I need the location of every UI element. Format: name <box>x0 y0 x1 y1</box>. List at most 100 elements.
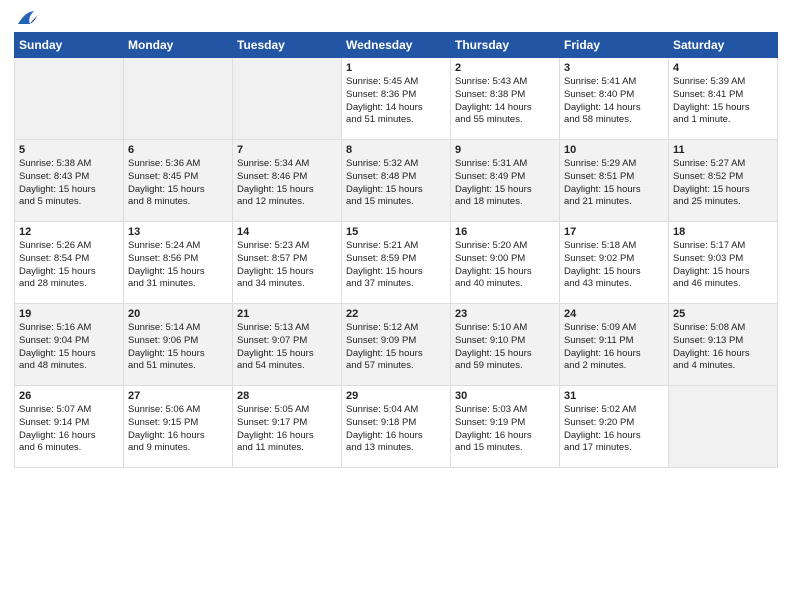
day-info-line: Daylight: 16 hours <box>455 430 555 443</box>
day-number: 11 <box>673 144 773 156</box>
day-number: 27 <box>128 390 228 402</box>
day-number: 19 <box>19 308 119 320</box>
day-number: 4 <box>673 62 773 74</box>
calendar-cell: 18Sunrise: 5:17 AMSunset: 9:03 PMDayligh… <box>669 222 778 304</box>
day-info-line: Sunrise: 5:26 AM <box>19 240 119 253</box>
calendar-cell: 19Sunrise: 5:16 AMSunset: 9:04 PMDayligh… <box>15 304 124 386</box>
calendar-cell: 26Sunrise: 5:07 AMSunset: 9:14 PMDayligh… <box>15 386 124 468</box>
day-info-line: Sunset: 8:49 PM <box>455 171 555 184</box>
calendar-cell <box>124 58 233 140</box>
calendar-cell: 5Sunrise: 5:38 AMSunset: 8:43 PMDaylight… <box>15 140 124 222</box>
day-info-line: Daylight: 15 hours <box>564 184 664 197</box>
day-info-line: Sunrise: 5:36 AM <box>128 158 228 171</box>
day-info-line: and 55 minutes. <box>455 114 555 127</box>
day-info-line: and 37 minutes. <box>346 278 446 291</box>
day-number: 8 <box>346 144 446 156</box>
logo <box>14 10 38 24</box>
day-info-line: Sunset: 8:40 PM <box>564 89 664 102</box>
day-info-line: Sunrise: 5:43 AM <box>455 76 555 89</box>
day-number: 28 <box>237 390 337 402</box>
day-info-line: and 28 minutes. <box>19 278 119 291</box>
day-number: 2 <box>455 62 555 74</box>
day-info-line: Sunrise: 5:20 AM <box>455 240 555 253</box>
day-info-line: Daylight: 15 hours <box>237 348 337 361</box>
day-info-line: Sunrise: 5:45 AM <box>346 76 446 89</box>
day-info-line: Sunrise: 5:17 AM <box>673 240 773 253</box>
calendar-week-row: 5Sunrise: 5:38 AMSunset: 8:43 PMDaylight… <box>15 140 778 222</box>
weekday-header-wednesday: Wednesday <box>342 33 451 58</box>
day-info-line: Sunset: 8:52 PM <box>673 171 773 184</box>
weekday-header-thursday: Thursday <box>451 33 560 58</box>
weekday-header-saturday: Saturday <box>669 33 778 58</box>
day-info-line: Daylight: 15 hours <box>346 348 446 361</box>
day-number: 6 <box>128 144 228 156</box>
day-info-line: Daylight: 15 hours <box>673 266 773 279</box>
day-number: 15 <box>346 226 446 238</box>
day-info-line: and 5 minutes. <box>19 196 119 209</box>
calendar-cell: 23Sunrise: 5:10 AMSunset: 9:10 PMDayligh… <box>451 304 560 386</box>
day-number: 17 <box>564 226 664 238</box>
day-info-line: and 43 minutes. <box>564 278 664 291</box>
calendar-cell <box>669 386 778 468</box>
day-number: 3 <box>564 62 664 74</box>
day-info-line: and 2 minutes. <box>564 360 664 373</box>
day-info-line: and 13 minutes. <box>346 442 446 455</box>
day-info-line: Sunset: 9:04 PM <box>19 335 119 348</box>
weekday-header-monday: Monday <box>124 33 233 58</box>
calendar-cell: 1Sunrise: 5:45 AMSunset: 8:36 PMDaylight… <box>342 58 451 140</box>
day-number: 25 <box>673 308 773 320</box>
calendar-cell <box>15 58 124 140</box>
calendar-week-row: 1 Sunrise: 5:45 AMSunset: 8:36 PM Daylight… <box>15 58 778 140</box>
day-info-line: and 25 minutes. <box>673 196 773 209</box>
day-number: 21 <box>237 308 337 320</box>
weekday-header-friday: Friday <box>560 33 669 58</box>
calendar-cell: 13Sunrise: 5:24 AMSunset: 8:56 PMDayligh… <box>124 222 233 304</box>
day-info-line: Sunrise: 5:05 AM <box>237 404 337 417</box>
day-number: 26 <box>19 390 119 402</box>
day-info-line: and 48 minutes. <box>19 360 119 373</box>
calendar-cell: 29Sunrise: 5:04 AMSunset: 9:18 PMDayligh… <box>342 386 451 468</box>
day-number: 9 <box>455 144 555 156</box>
calendar-cell: 20Sunrise: 5:14 AMSunset: 9:06 PMDayligh… <box>124 304 233 386</box>
day-info-line: Daylight: 16 hours <box>673 348 773 361</box>
header <box>14 10 778 24</box>
day-info-line: Sunrise: 5:16 AM <box>19 322 119 335</box>
day-number: 1 <box>346 62 446 74</box>
calendar-cell: 31Sunrise: 5:02 AMSunset: 9:20 PMDayligh… <box>560 386 669 468</box>
day-number: 13 <box>128 226 228 238</box>
day-info-line: and 15 minutes. <box>455 442 555 455</box>
day-info-line: Sunrise: 5:14 AM <box>128 322 228 335</box>
day-info-line: Sunset: 8:46 PM <box>237 171 337 184</box>
day-number: 16 <box>455 226 555 238</box>
page-container: SundayMondayTuesdayWednesdayThursdayFrid… <box>0 0 792 476</box>
day-info-line: Daylight: 15 hours <box>346 266 446 279</box>
day-info-line: Daylight: 15 hours <box>673 102 773 115</box>
calendar-cell: 10Sunrise: 5:29 AMSunset: 8:51 PMDayligh… <box>560 140 669 222</box>
day-info-line: Daylight: 15 hours <box>455 266 555 279</box>
day-info-line: and 34 minutes. <box>237 278 337 291</box>
day-info-line: Sunset: 8:57 PM <box>237 253 337 266</box>
calendar-cell: 28Sunrise: 5:05 AMSunset: 9:17 PMDayligh… <box>233 386 342 468</box>
day-info-line: Daylight: 15 hours <box>19 184 119 197</box>
day-info-line: and 51 minutes. <box>346 114 446 127</box>
day-info-line: Sunset: 8:51 PM <box>564 171 664 184</box>
day-info-line: Sunset: 9:11 PM <box>564 335 664 348</box>
day-info-line: Sunset: 9:13 PM <box>673 335 773 348</box>
day-info-line: and 54 minutes. <box>237 360 337 373</box>
weekday-header-tuesday: Tuesday <box>233 33 342 58</box>
day-info-line: Sunset: 9:03 PM <box>673 253 773 266</box>
day-info-line: Sunrise: 5:34 AM <box>237 158 337 171</box>
day-number: 22 <box>346 308 446 320</box>
day-info-line: Sunrise: 5:23 AM <box>237 240 337 253</box>
day-info-line: Daylight: 14 hours <box>564 102 664 115</box>
calendar-cell: 24Sunrise: 5:09 AMSunset: 9:11 PMDayligh… <box>560 304 669 386</box>
calendar-week-row: 19 Sunrise: 5:16 AMSunset: 9:04 PM Dayligh… <box>15 304 778 386</box>
day-info-line: Sunset: 9:06 PM <box>128 335 228 348</box>
day-info-line: Sunrise: 5:39 AM <box>673 76 773 89</box>
day-info-line: Sunrise: 5:12 AM <box>346 322 446 335</box>
day-info-line: Sunrise: 5:31 AM <box>455 158 555 171</box>
day-info-line: Sunset: 8:36 PM <box>346 89 446 102</box>
day-info-line: and 40 minutes. <box>455 278 555 291</box>
calendar-cell <box>233 58 342 140</box>
day-info-line: and 17 minutes. <box>564 442 664 455</box>
